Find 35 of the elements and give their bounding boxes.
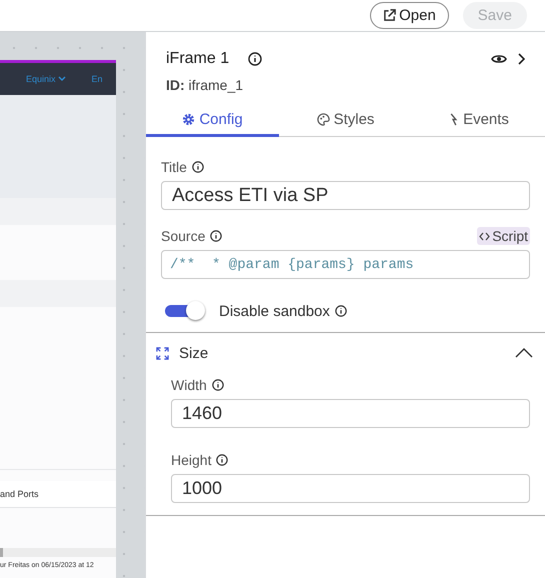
tab[interactable]: Config: [146, 105, 279, 137]
toggle-label: Disable sandbox: [219, 302, 330, 320]
info-icon[interactable]: [334, 305, 347, 317]
field-label: Height: [171, 452, 212, 468]
component-title: iFrame 1: [166, 50, 230, 68]
info-icon[interactable]: [210, 230, 222, 242]
info-icon[interactable]: [248, 52, 262, 66]
field-label: Source: [161, 228, 206, 244]
number-field[interactable]: 1000: [171, 474, 530, 503]
info-icon[interactable]: [212, 379, 224, 391]
source-code-field[interactable]: /** * @param {params} params: [161, 250, 530, 279]
size-section-header[interactable]: Size: [146, 333, 545, 373]
external-link-icon: [383, 9, 396, 22]
palette-icon: [316, 113, 330, 126]
number-field[interactable]: 1460: [171, 399, 530, 428]
lightning-icon: [448, 113, 460, 126]
tab[interactable]: Styles: [279, 105, 412, 137]
gear-icon: [182, 113, 196, 126]
chevron-right-icon[interactable]: [517, 53, 525, 65]
script-button[interactable]: Script: [477, 227, 530, 245]
eye-icon[interactable]: [491, 53, 507, 65]
toggle-switch[interactable]: [165, 301, 205, 321]
expand-arrows-icon: [156, 346, 169, 360]
chevron-down-icon: [58, 76, 66, 82]
info-icon[interactable]: [216, 454, 228, 466]
component-id: ID: iframe_1: [166, 77, 244, 93]
open-button[interactable]: Open: [370, 2, 449, 29]
info-icon[interactable]: [192, 161, 204, 173]
field-label: Title: [161, 159, 187, 175]
code-icon: [479, 232, 490, 240]
field-label: Width: [171, 377, 207, 393]
column-header: and Ports: [0, 489, 39, 499]
tab[interactable]: Events: [412, 105, 545, 137]
chevron-up-icon: [515, 348, 533, 358]
title-field[interactable]: Access ETI via SP: [161, 181, 530, 210]
